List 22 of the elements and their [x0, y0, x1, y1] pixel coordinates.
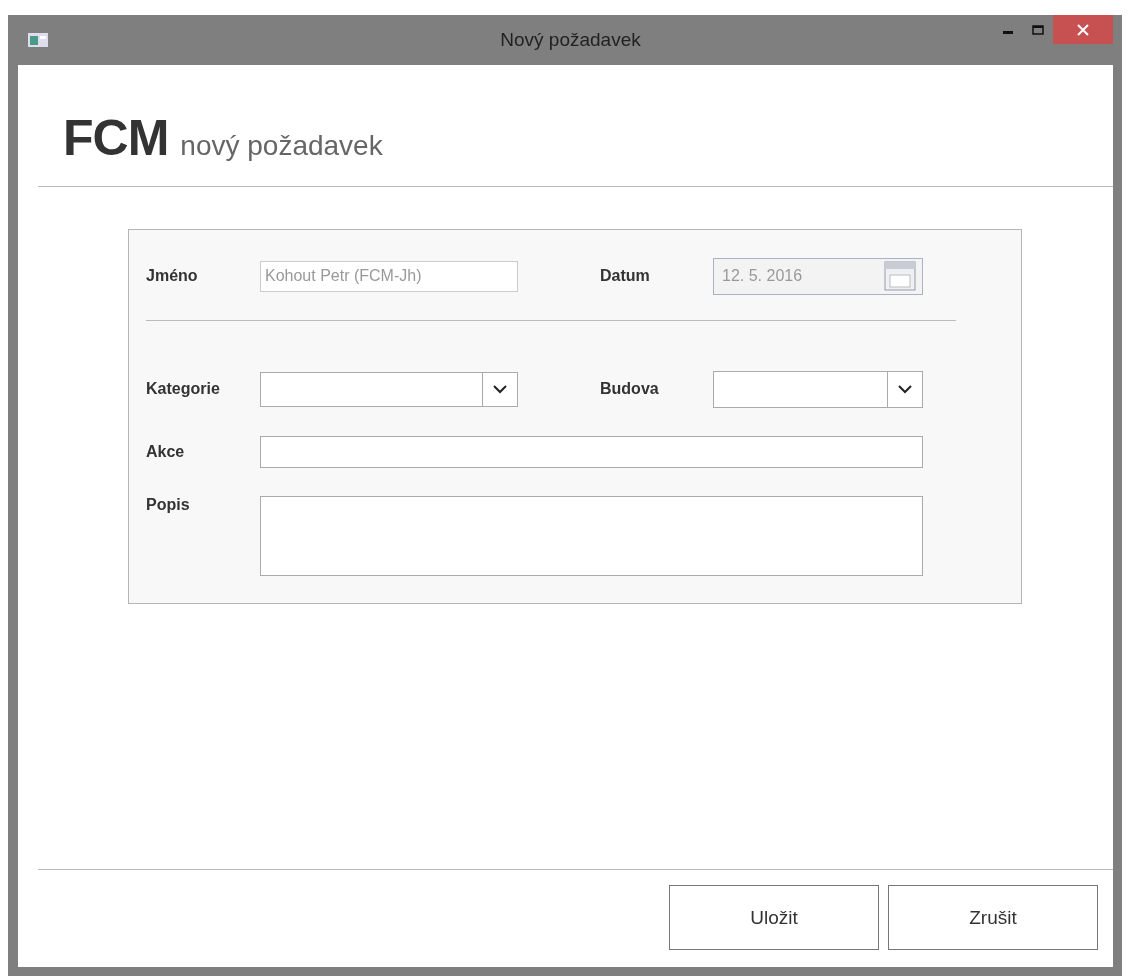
field-label: Budova: [600, 380, 660, 398]
window-title: Nový požadavek: [499, 29, 642, 51]
field-label: Akce: [146, 443, 186, 461]
text-area[interactable]: [260, 496, 923, 576]
close-button[interactable]: [1053, 15, 1113, 44]
field-label: Kategorie: [146, 380, 221, 398]
dropdown[interactable]: [713, 370, 923, 408]
field-label: Popis: [146, 496, 191, 514]
close-icon: [1077, 23, 1089, 36]
field-label: Datum: [600, 267, 651, 285]
chevron-down-icon: [493, 384, 507, 394]
maximize-icon: [1032, 24, 1044, 35]
brand-title: FCM: [63, 109, 169, 167]
page-subtitle: nový požadavek: [180, 130, 383, 162]
dropdown[interactable]: [260, 371, 518, 407]
field-label: Jméno: [146, 267, 199, 285]
app-icon: [28, 33, 48, 47]
text-field[interactable]: [260, 436, 923, 468]
chevron-down-icon: [898, 384, 912, 394]
minimize-icon: [1003, 31, 1013, 34]
cancel-button[interactable]: Zrušit: [888, 885, 1098, 950]
save-button[interactable]: Uložit: [669, 885, 879, 950]
